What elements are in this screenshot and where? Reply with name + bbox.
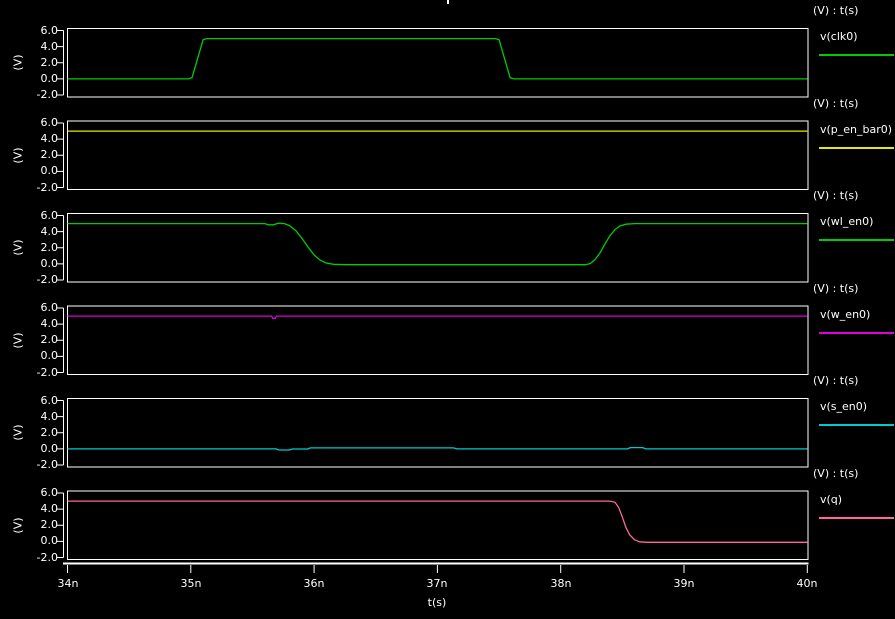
x-tick-label: 40n [787,577,827,590]
signal-label[interactable]: v(clk0) [820,30,858,43]
y-tick-label: 6.0 [18,24,58,37]
plot-panel[interactable] [68,214,808,282]
panel-header: (V) : t(s) [813,189,858,202]
y-tick-label: -2.0 [18,181,58,194]
signal-label[interactable]: v(w_en0) [820,308,870,321]
panel-header: (V) : t(s) [813,97,858,110]
signal-label[interactable]: v(s_en0) [820,400,867,413]
legend-swatch[interactable] [819,332,894,334]
y-tick-label: 6.0 [18,394,58,407]
legend-swatch[interactable] [819,54,894,56]
legend-swatch[interactable] [819,424,894,426]
y-tick-label: 6.0 [18,486,58,499]
y-tick-label: -2.0 [18,273,58,286]
y-tick-label: -2.0 [18,366,58,379]
plot-panel[interactable] [68,307,808,375]
legend-swatch[interactable] [819,239,894,241]
y-axis-label: (V) [12,323,25,359]
x-tick-label: 36n [294,577,334,590]
y-tick-label: -2.0 [18,458,58,471]
legend-swatch[interactable] [819,517,894,519]
plot-panel[interactable] [68,122,808,190]
plot-panel[interactable] [68,399,808,467]
legend-swatch[interactable] [819,147,894,149]
plot-panel[interactable] [68,492,808,560]
panel-header: (V) : t(s) [813,467,858,480]
y-tick-label: 6.0 [18,209,58,222]
y-tick-label: 6.0 [18,116,58,129]
y-tick-label: 6.0 [18,301,58,314]
y-axis-label: (V) [12,415,25,451]
signal-label[interactable]: v(p_en_bar0) [820,123,892,136]
x-tick-label: 35n [171,577,211,590]
signal-label[interactable]: v(wl_en0) [820,215,873,228]
plot-panel[interactable] [68,29,808,97]
signal-label[interactable]: v(q) [820,493,842,506]
x-tick-label: 38n [541,577,581,590]
y-tick-label: -2.0 [18,551,58,564]
y-axis-label: (V) [12,45,25,81]
x-tick-label: 34n [48,577,88,590]
waveform-viewer: 6.04.02.00.0-2.0(V)(V) : t(s)v(clk0)6.04… [0,0,895,619]
panel-header: (V) : t(s) [813,282,858,295]
y-tick-label: -2.0 [18,88,58,101]
y-axis-label: (V) [12,138,25,174]
panel-header: (V) : t(s) [813,374,858,387]
y-axis-label: (V) [12,230,25,266]
x-tick-label: 37n [417,577,457,590]
panel-header: (V) : t(s) [813,4,858,17]
y-axis-label: (V) [12,508,25,544]
x-tick-label: 39n [664,577,704,590]
x-axis-title: t(s) [417,596,457,609]
